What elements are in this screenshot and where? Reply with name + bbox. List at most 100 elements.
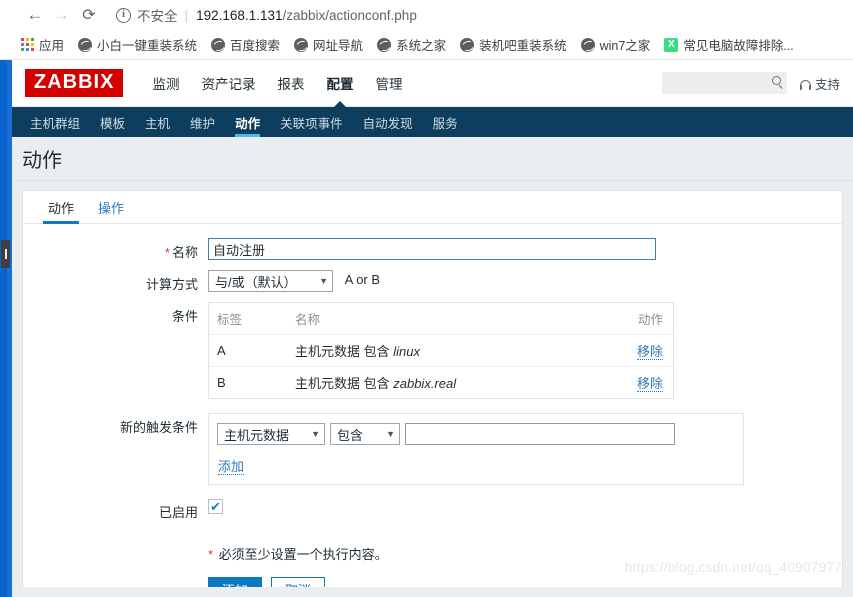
table-row: B 主机元数据 包含 zabbix.real 移除 [209,367,673,399]
subnav-item-services[interactable]: 服务 [423,107,468,137]
condition-name: 主机元数据 包含 linux [287,334,594,367]
new-condition-operator-value: 包含 [337,427,364,443]
form-panel: 动作 操作 *名称 计算方式 [22,190,843,594]
main-menu: 监测 资产记录 报表 配置 管理 [141,60,413,107]
name-input[interactable] [208,238,656,260]
reload-icon[interactable]: ⟳ [76,2,102,28]
new-condition-row: 主机元数据 ▼ 包含 ▼ [217,423,735,445]
bookmark-item-0[interactable]: 小白一键重装系统 [78,35,197,54]
conditions-box: 标签 名称 动作 A 主机元数据 包含 linux 移除 B 主机元数据 包含 … [208,302,674,399]
search-icon[interactable] [771,76,781,85]
address-bar[interactable]: i 不安全 | 192.168.1.131/zabbix/actionconf.… [116,3,853,27]
check-icon: ✔ [210,499,221,515]
condition-tag: A [209,334,287,367]
calculation-select-value: 与/或（默认） [215,274,297,290]
globe-icon [294,37,309,52]
support-link[interactable]: 支持 [799,74,840,93]
new-condition-add-wrap: 添加 [217,456,735,475]
bookmark-apps-label: 应用 [39,39,65,53]
label-new-condition: 新的触发条件 [119,420,198,435]
bookmark-item-2[interactable]: 网址导航 [294,35,363,54]
sidebar-toggle-handle[interactable] [1,240,10,268]
label-calculation: 计算方式 [145,277,198,292]
remove-condition-link[interactable]: 移除 [636,376,663,392]
action-form: *名称 计算方式 与/或（默认） ▼ A or [23,224,842,593]
window-left-edge [0,60,12,597]
form-row-footer: * 必须至少设置一个执行内容。 添加 取消 [23,530,842,593]
condition-name: 主机元数据 包含 zabbix.real [287,367,593,399]
subnav-item-host-groups[interactable]: 主机群组 [20,107,90,137]
new-condition-operator-select[interactable]: 包含 ▼ [330,423,400,445]
apps-grid-icon [21,38,34,51]
bookmark-item-4[interactable]: 装机吧重装系统 [460,35,567,54]
menu-item-inventory[interactable]: 资产记录 [190,60,266,106]
new-condition-type-select[interactable]: 主机元数据 ▼ [217,423,325,445]
subnav-item-hosts[interactable]: 主机 [135,107,180,137]
bookmark-apps[interactable]: 应用 [21,35,64,54]
control-enabled: ✔ [208,498,842,521]
info-circle-icon[interactable]: i [116,7,131,23]
footer-spacer [23,530,208,593]
new-condition-value-input[interactable] [405,423,675,445]
bookmark-item-1[interactable]: 百度搜索 [211,35,280,54]
zabbix-logo[interactable]: ZABBIX [25,69,124,97]
footer-content: * 必须至少设置一个执行内容。 添加 取消 [208,530,842,593]
add-condition-link[interactable]: 添加 [218,459,245,475]
global-search[interactable] [661,72,787,94]
form-row-conditions: 条件 标签 名称 动作 A 主机元数据 包含 linux 移除 B 主机元数据 … [23,302,842,399]
menu-item-configuration[interactable]: 配置 [315,60,364,107]
sub-menu: 主机群组 模板 主机 维护 动作 关联项事件 自动发现 服务 [12,107,853,137]
menu-item-reports[interactable]: 报表 [266,60,315,106]
condition-action-cell: 移除 [593,367,673,399]
label-enabled: 已启用 [158,505,198,520]
globe-icon [460,37,475,52]
globe-icon [377,37,392,52]
headset-icon [799,79,812,90]
required-hint-text: 必须至少设置一个执行内容。 [215,547,388,562]
condition-name-value: zabbix.real [393,376,457,391]
label-name: * 名称 [23,238,208,261]
subnav-item-maintenance[interactable]: 维护 [180,107,225,137]
form-row-name: * 名称 [23,238,842,261]
required-hint: * 必须至少设置一个执行内容。 [208,544,842,563]
form-row-new-condition: 新的触发条件 主机元数据 ▼ 包含 ▼ 添加 [23,413,842,485]
conditions-table: 标签 名称 动作 A 主机元数据 包含 linux 移除 B 主机元数据 包含 … [209,303,673,398]
conditions-col-action: 动作 [593,303,673,335]
enabled-checkbox[interactable]: ✔ [208,499,223,515]
label-conditions: 条件 [171,309,198,324]
condition-name-prefix: 主机元数据 包含 [295,344,394,359]
support-label: 支持 [814,77,840,92]
subnav-item-event-correlation[interactable]: 关联项事件 [270,107,353,137]
search-input[interactable] [661,73,762,93]
tab-operations[interactable]: 操作 [86,191,136,223]
condition-name-prefix: 主机元数据 包含 [295,376,394,391]
control-conditions: 标签 名称 动作 A 主机元数据 包含 linux 移除 B 主机元数据 包含 … [208,302,842,399]
calculation-select[interactable]: 与/或（默认） ▼ [208,270,333,292]
conditions-header-row: 标签 名称 动作 [209,303,673,335]
zabbix-header: ZABBIX 监测 资产记录 报表 配置 管理 支持 [12,60,853,107]
bookmark-item-6[interactable]: X 常见电脑故障排除... [664,35,794,54]
subnav-item-discovery[interactable]: 自动发现 [353,107,423,137]
omnibox-separator: | [184,7,189,23]
back-arrow-icon[interactable]: ← [22,2,48,28]
menu-item-monitoring[interactable]: 监测 [141,60,190,106]
menu-item-administration[interactable]: 管理 [364,60,413,106]
subnav-item-actions[interactable]: 动作 [225,107,270,137]
forward-arrow-icon[interactable]: → [48,2,74,28]
tab-bar: 动作 操作 [23,191,842,224]
required-marker: * [208,547,214,562]
bookmark-item-3[interactable]: 系统之家 [377,35,446,54]
url-path: /zabbix/actionconf.php [282,7,417,23]
tab-action[interactable]: 动作 [36,191,86,224]
subnav-item-templates[interactable]: 模板 [90,107,135,137]
label-name-text: 名称 [171,245,198,260]
control-calculation: 与/或（默认） ▼ A or B [208,270,842,293]
page-body: 动作 操作 *名称 计算方式 [12,181,853,597]
remove-condition-link[interactable]: 移除 [636,344,663,360]
bookmark-label: 常见电脑故障排除... [683,39,794,53]
bookmark-item-5[interactable]: win7之家 [580,35,650,54]
screenshot-root: ← → ⟳ i 不安全 | 192.168.1.131/zabbix/actio… [0,0,853,597]
conditions-col-tag: 标签 [209,303,287,335]
form-row-enabled: 已启用 ✔ [23,498,842,521]
chevron-down-icon: ▼ [319,276,328,286]
